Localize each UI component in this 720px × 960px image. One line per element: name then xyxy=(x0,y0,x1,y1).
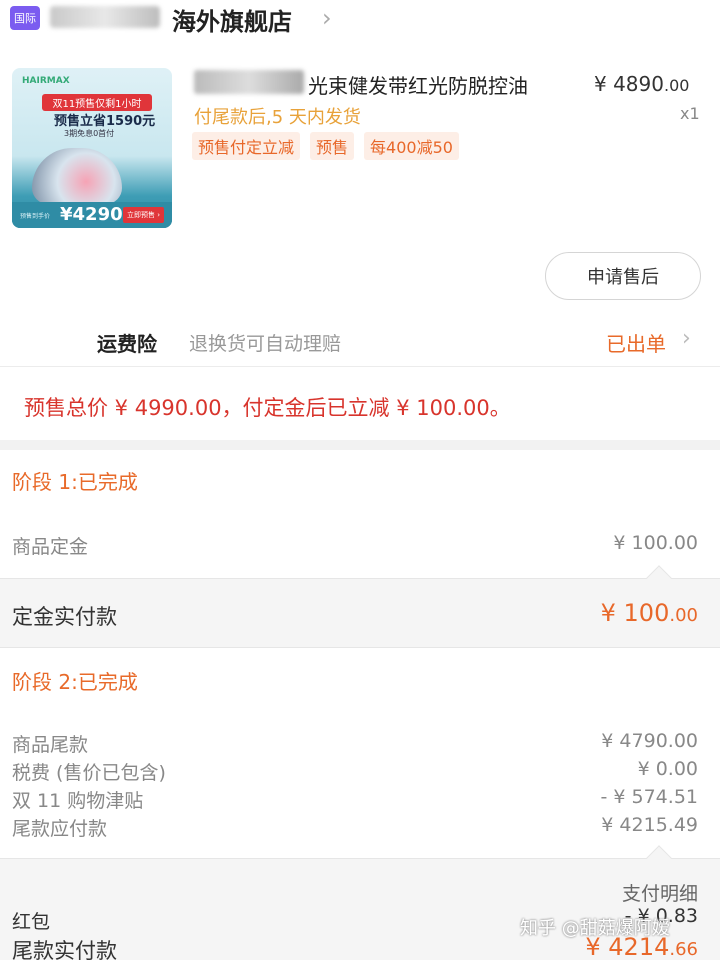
product-quantity: x1 xyxy=(680,104,700,123)
product-image-button: 立即预售 › xyxy=(122,207,164,223)
stage2-row-value: - ¥ 574.51 xyxy=(600,786,698,808)
stage1-paid-label: 定金实付款 xyxy=(12,605,117,629)
product-image-saving: 预售立省1590元 xyxy=(54,114,156,129)
chevron-right-icon[interactable]: › xyxy=(322,4,332,32)
product-image-price: ¥4290 xyxy=(60,204,123,225)
notch-pointer xyxy=(646,845,672,871)
store-name[interactable]: 海外旗舰店 xyxy=(172,2,292,37)
stage1-paid-value: ¥ 100.00 xyxy=(600,599,698,627)
product-image-brand: HAIRMAX xyxy=(22,76,70,86)
stage1-title: 阶段 1:已完成 xyxy=(12,470,138,494)
stage1-deposit-label: 商品定金 xyxy=(12,536,89,558)
shipping-insurance-status[interactable]: 已出单 xyxy=(606,328,666,357)
stage2-title: 阶段 2:已完成 xyxy=(12,670,138,694)
helmet-illustration xyxy=(32,148,122,204)
chevron-right-icon[interactable]: › xyxy=(682,326,691,351)
product-title-blurred xyxy=(194,70,304,94)
stage2-row-value: ¥ 0.00 xyxy=(637,758,698,780)
stage2-row-label: 双 11 购物津贴 xyxy=(12,790,144,812)
stage2-row-label: 商品尾款 xyxy=(12,734,89,756)
watermark: 知乎 @甜菇爆阿嫒 xyxy=(520,918,670,939)
store-name-blurred xyxy=(50,6,160,28)
tag-presale: 预售 xyxy=(310,132,355,160)
shipping-insurance-label: 运费险 xyxy=(97,332,157,356)
stage1-paid-box: 定金实付款 ¥ 100.00 xyxy=(0,565,720,648)
section-divider xyxy=(0,440,720,450)
tag-presale-deposit-discount: 预售付定立减 xyxy=(192,132,301,160)
stage2-paid-box: 支付明细 红包 - ¥ 0.83 尾款实付款 ¥ 4214.66 xyxy=(0,845,720,960)
stage2-paid-label: 尾款实付款 xyxy=(12,939,117,960)
payment-detail-link[interactable]: 支付明细 xyxy=(622,879,698,906)
product-image[interactable]: HAIRMAX 双11预售仅剩1小时 预售立省1590元 3期免息0首付 预售到… xyxy=(12,68,172,228)
shipping-note: 付尾款后,5 天内发货 xyxy=(194,107,361,128)
red-packet-label: 红包 xyxy=(12,911,51,933)
stage1-deposit-value: ¥ 100.00 xyxy=(613,532,698,554)
shipping-insurance-desc: 退换货可自动理赔 xyxy=(189,333,342,355)
product-price: ¥ 4890.00 xyxy=(594,72,690,96)
product-image-headline: 双11预售仅剩1小时 xyxy=(42,94,152,111)
apply-after-sale-button[interactable]: 申请售后 xyxy=(545,252,701,300)
product-title[interactable]: 光束健发带红光防脱控油 xyxy=(308,70,528,99)
stage2-row-label: 尾款应付款 xyxy=(12,818,108,840)
notch-pointer xyxy=(646,565,672,591)
store-badge: 国际 xyxy=(10,6,40,30)
stage2-row-label: 税费 (售价已包含) xyxy=(12,762,166,784)
product-image-installment: 3期免息0首付 xyxy=(64,129,115,138)
product-image-price-label: 预售到手价 xyxy=(20,213,51,220)
product-tags: 预售付定立减 预售 每400减50 xyxy=(192,132,459,160)
tag-per-400-minus-50: 每400减50 xyxy=(364,132,459,160)
divider xyxy=(0,366,720,367)
stage2-row-value: ¥ 4790.00 xyxy=(601,730,698,752)
presale-total-note: 预售总价 ¥ 4990.00，付定金后已立减 ¥ 100.00。 xyxy=(24,396,511,420)
stage2-row-value: ¥ 4215.49 xyxy=(601,814,698,836)
